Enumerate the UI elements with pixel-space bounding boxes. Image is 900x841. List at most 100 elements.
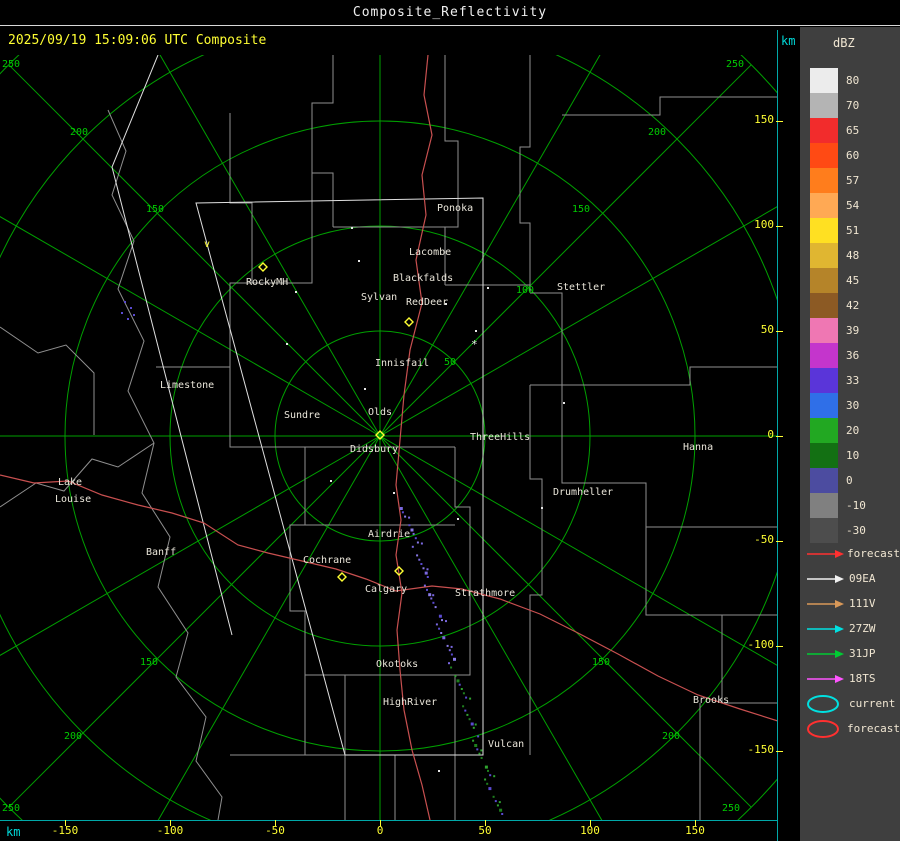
echo-dot: [408, 524, 411, 527]
azimuth-line: [0, 435, 381, 656]
dbz-scale-row: -30: [810, 518, 900, 543]
azimuth-line: [157, 435, 381, 820]
echo-dot: [460, 688, 463, 690]
dbz-value: 30: [846, 399, 860, 412]
echo-dot: [494, 800, 497, 803]
town-dot: [358, 260, 360, 262]
echo-dot: [464, 709, 467, 712]
legend-panel: dBZ 80 70 65 60 57 54 51 48 45 42 39 36 33 30 20 10 0 -10…: [800, 27, 900, 841]
storm-arrow-icon: [807, 624, 844, 633]
legend-item: forecast: [806, 541, 900, 566]
dbz-value: 51: [846, 224, 860, 237]
dbz-scale-row: 70: [810, 93, 900, 118]
bottom-axis-tick: [590, 820, 591, 826]
echo-dot: [453, 657, 456, 661]
echo-dot: [486, 782, 489, 785]
dbz-swatch: [810, 493, 838, 518]
asterisk-marker: *: [471, 338, 478, 351]
town-dot: [563, 402, 565, 404]
range-label: 100: [516, 285, 534, 296]
storm-ellipse-icon: [807, 694, 839, 713]
city-label: Lake: [58, 477, 82, 488]
echo-dot: [124, 301, 126, 303]
echo-dot: [127, 318, 129, 320]
echo-dot: [456, 679, 460, 683]
radar-viewer-window: Composite_Reflectivity 2025/09/19 15:09:…: [0, 0, 900, 841]
city-label: ThreeHills: [470, 432, 530, 443]
echo-dot: [438, 614, 442, 618]
range-label: 250: [2, 59, 20, 70]
km-unit-label-top: km: [781, 34, 796, 48]
legend-label: 111V: [849, 597, 876, 610]
echo-dot: [121, 312, 123, 314]
dbz-value: 60: [846, 149, 860, 162]
dbz-scale-row: 65: [810, 118, 900, 143]
dbz-scale-row: 36: [810, 343, 900, 368]
echo-dot: [474, 744, 478, 747]
dbz-scale-row: 51: [810, 218, 900, 243]
legend-item: 111V: [806, 591, 900, 616]
echo-dot: [493, 775, 496, 778]
wind-marker-icon: v: [204, 239, 210, 250]
right-axis-tick: [776, 436, 783, 437]
echo-dot: [477, 735, 480, 738]
echo-dot: [462, 705, 465, 708]
city-label: RockyMH: [246, 277, 288, 288]
echo-dot: [480, 757, 483, 759]
bottom-axis-tick: [695, 820, 696, 826]
town-dot: [286, 343, 288, 345]
dbz-value: -10: [846, 499, 866, 512]
legend-item: 09EA: [806, 566, 900, 591]
town-dot: [438, 770, 440, 772]
right-axis-label: -100: [747, 638, 775, 651]
city-label: Hanna: [683, 442, 713, 453]
echo-dot: [465, 696, 468, 699]
echo-dot: [487, 769, 489, 772]
right-axis-tick: [776, 331, 783, 332]
echo-dot: [399, 507, 403, 510]
dbz-value: 39: [846, 324, 860, 337]
right-axis-label: 100: [754, 218, 774, 231]
echo-dot: [480, 749, 483, 752]
azimuth-line: [0, 216, 381, 437]
dbz-scale-row: 48: [810, 243, 900, 268]
echo-dot: [478, 752, 481, 755]
dbz-scale-row: 10: [810, 443, 900, 468]
dbz-swatch: [810, 343, 838, 368]
echo-dot: [418, 558, 421, 561]
town-dot: [487, 287, 489, 289]
azimuth-line: [159, 55, 381, 437]
range-label: 150: [146, 204, 164, 215]
dbz-scale-row: 57: [810, 168, 900, 193]
echo-dot: [428, 593, 432, 597]
echo-dot: [448, 662, 450, 665]
echo-dot: [420, 542, 423, 545]
echo-dot: [414, 537, 417, 540]
azimuth-line: [8, 435, 381, 808]
right-axis-tick: [776, 121, 783, 122]
right-axis-label: -150: [747, 743, 775, 756]
dbz-swatch: [810, 293, 838, 318]
town-dot: [475, 330, 477, 332]
legend-item: 18TS: [806, 666, 900, 691]
echo-dot: [441, 619, 443, 622]
echo-dot: [476, 748, 479, 751]
echo-dot: [472, 739, 475, 742]
dbz-value: 65: [846, 124, 860, 137]
storm-arrow-icon: [807, 649, 844, 658]
city-label: Sundre: [284, 410, 320, 421]
town-dot: [457, 518, 459, 520]
range-label: 50: [444, 357, 456, 368]
right-axis-label: 0: [767, 428, 774, 441]
radar-site-icon: [258, 262, 268, 272]
legend-label: 09EA: [849, 572, 876, 585]
dbz-swatch: [810, 143, 838, 168]
legend-item: 27ZW: [806, 616, 900, 641]
echo-dot: [401, 511, 404, 514]
dbz-scale-row: 42: [810, 293, 900, 318]
town-dot: [541, 507, 543, 509]
dbz-scale-row: -10: [810, 493, 900, 518]
range-label: 200: [64, 731, 82, 742]
legend-label: current: [849, 697, 896, 710]
dbz-scale-row: 30: [810, 393, 900, 418]
